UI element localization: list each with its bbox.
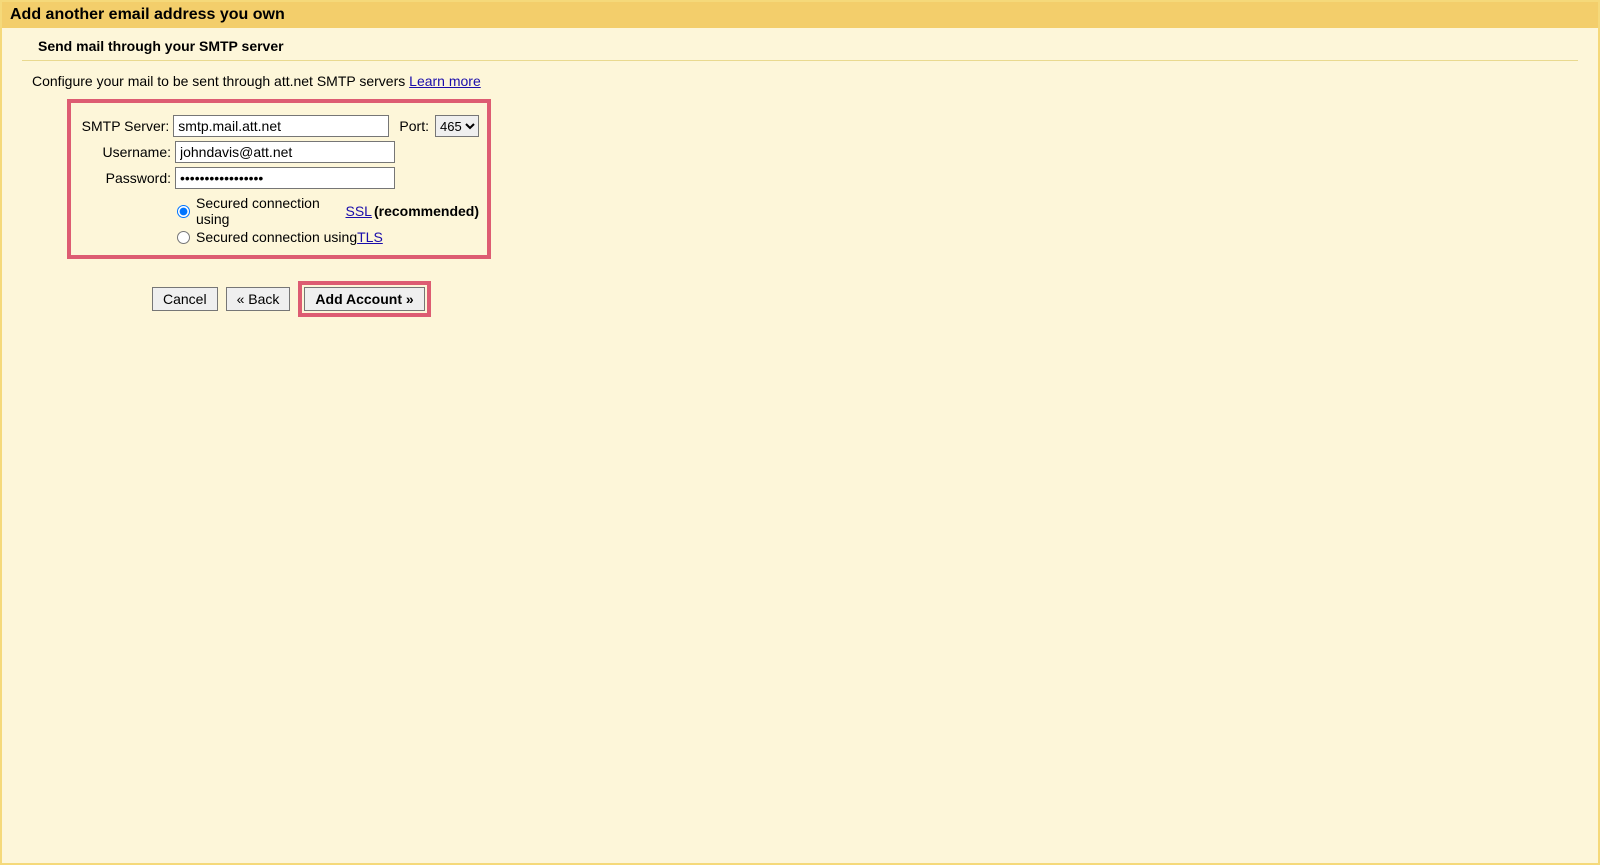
smtp-server-row: SMTP Server: Port: 465 xyxy=(79,115,479,137)
dialog-content: Send mail through your SMTP server Confi… xyxy=(2,28,1598,317)
ssl-prefix: Secured connection using xyxy=(196,195,346,227)
dialog-title: Add another email address you own xyxy=(2,2,1598,28)
learn-more-link[interactable]: Learn more xyxy=(409,73,481,89)
smtp-server-input[interactable] xyxy=(173,115,389,137)
cancel-button[interactable]: Cancel xyxy=(152,287,218,311)
button-row: Cancel « Back Add Account » xyxy=(152,281,1578,317)
dialog-subtitle: Send mail through your SMTP server xyxy=(22,34,1578,60)
dialog-frame: Add another email address you own Send m… xyxy=(0,0,1600,865)
ssl-recommended: (recommended) xyxy=(374,203,479,219)
ssl-radio[interactable] xyxy=(177,205,190,218)
tls-option-row: Secured connection using TLS xyxy=(177,229,479,245)
instruction-text: Configure your mail to be sent through a… xyxy=(22,61,1578,99)
add-account-highlight: Add Account » xyxy=(298,281,430,317)
instruction-prefix: Configure your mail to be sent through a… xyxy=(32,73,409,89)
security-options: Secured connection using SSL (recommende… xyxy=(177,195,479,245)
password-row: Password: xyxy=(79,167,479,189)
ssl-link[interactable]: SSL xyxy=(346,203,372,219)
smtp-settings-highlight: SMTP Server: Port: 465 Username: Passwor… xyxy=(67,99,491,259)
tls-radio[interactable] xyxy=(177,231,190,244)
password-input[interactable] xyxy=(175,167,395,189)
back-button[interactable]: « Back xyxy=(226,287,291,311)
username-row: Username: xyxy=(79,141,479,163)
username-label: Username: xyxy=(79,144,175,160)
tls-link[interactable]: TLS xyxy=(357,229,383,245)
username-input[interactable] xyxy=(175,141,395,163)
smtp-server-label: SMTP Server: xyxy=(79,118,173,134)
port-label: Port: xyxy=(389,118,435,134)
password-label: Password: xyxy=(79,170,175,186)
ssl-option-row: Secured connection using SSL (recommende… xyxy=(177,195,479,227)
port-select[interactable]: 465 xyxy=(435,115,479,137)
add-account-button[interactable]: Add Account » xyxy=(304,287,424,311)
tls-prefix: Secured connection using xyxy=(196,229,357,245)
